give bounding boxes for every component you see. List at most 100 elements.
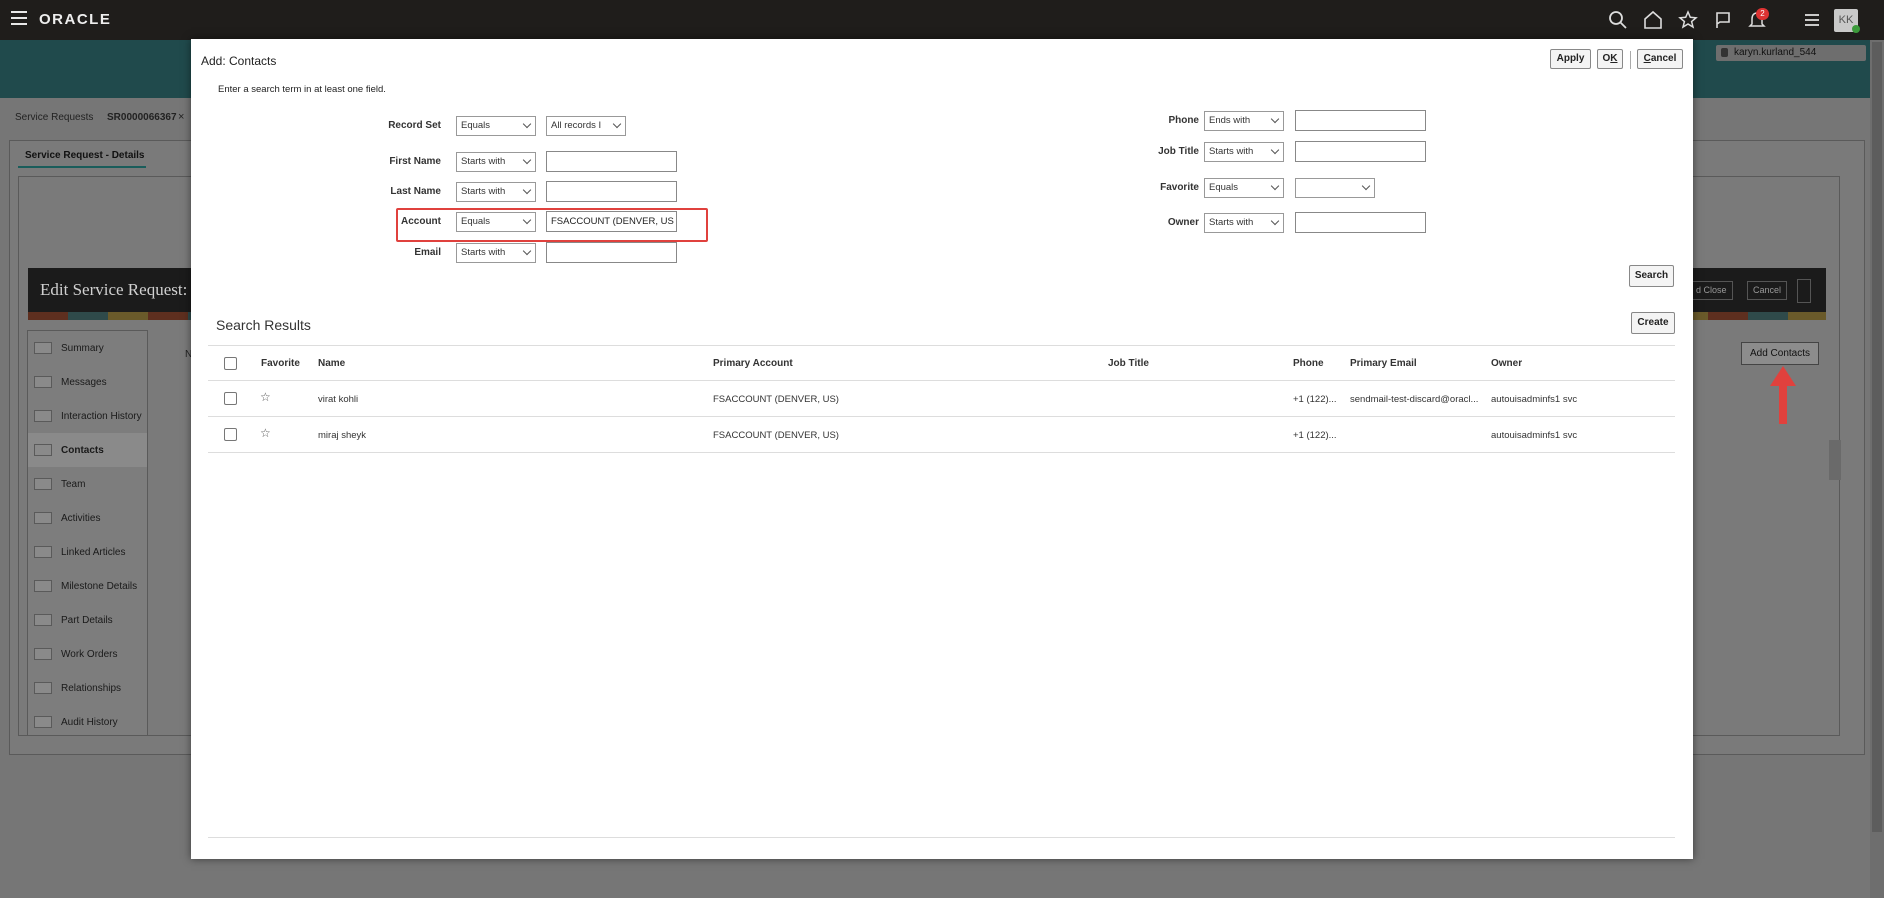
phone: +1 (122)... [1293, 394, 1337, 405]
last-name-operator-select[interactable]: Starts with [456, 182, 536, 202]
operator-value: Starts with [461, 247, 506, 258]
sidebar-item-activities[interactable]: Activities [28, 501, 147, 535]
first-name-input[interactable] [546, 151, 677, 172]
notification-count-badge: 2 [1756, 8, 1769, 20]
sidebar-item-audit-history[interactable]: Audit History [28, 705, 147, 739]
home-icon[interactable] [1643, 10, 1663, 30]
favorite-label: Favorite [1160, 182, 1199, 193]
presence-status-indicator [1852, 25, 1860, 33]
operator-value: Starts with [1209, 146, 1254, 157]
table-row[interactable]: ☆ miraj sheyk FSACCOUNT (DENVER, US) +1 … [208, 417, 1675, 453]
sidebar-item-summary[interactable]: Summary [28, 331, 147, 365]
sidebar-item-label: Contacts [61, 445, 104, 456]
favorite-value-select[interactable] [1295, 178, 1375, 198]
edit-title: Edit Service Request: [40, 280, 188, 299]
operator-value: Equals [461, 120, 491, 131]
contacts-icon [34, 444, 52, 456]
owner-label: Owner [1167, 217, 1199, 228]
add-contacts-button[interactable]: Add Contacts [1741, 342, 1819, 365]
column-name[interactable]: Name [318, 358, 345, 369]
gears-icon [34, 614, 52, 626]
chevron-down-icon [1270, 216, 1280, 226]
apply-button[interactable]: Apply [1550, 49, 1591, 69]
flag-icon[interactable] [1713, 10, 1733, 30]
operator-value: Ends with [1209, 115, 1251, 126]
record-set-operator-select[interactable]: Equals [456, 116, 536, 136]
first-name-operator-select[interactable]: Starts with [456, 152, 536, 172]
scroll-toggle-icon[interactable] [1797, 279, 1811, 303]
primary-email: sendmail-test-discard@oracl... [1350, 394, 1479, 405]
sidebar-item-contacts[interactable]: Contacts [28, 433, 147, 467]
collapse-panel-handle[interactable] [1829, 440, 1841, 480]
operator-value: Starts with [461, 156, 506, 167]
oracle-logo[interactable]: ORACLE [39, 11, 111, 28]
sidebar-item-relationships[interactable]: Relationships [28, 671, 147, 705]
email-operator-select[interactable]: Starts with [456, 243, 536, 263]
user-icon [1721, 48, 1728, 57]
dialog-title: Add: Contacts [201, 54, 277, 68]
sidebar-item-messages[interactable]: Messages [28, 365, 147, 399]
column-primary-email[interactable]: Primary Email [1350, 358, 1417, 369]
create-button[interactable]: Create [1631, 312, 1675, 334]
record-set-value-select[interactable]: All records I [546, 116, 626, 136]
cancel-button[interactable]: Cancel [1637, 49, 1683, 69]
owner-input[interactable] [1295, 212, 1426, 233]
favorite-star-icon[interactable]: ☆ [260, 426, 271, 440]
settings-list-icon[interactable] [1802, 10, 1822, 30]
operator-value: Equals [1209, 182, 1239, 193]
clock-icon [34, 410, 52, 422]
sidebar-item-milestone-details[interactable]: Milestone Details [28, 569, 147, 603]
contact-name[interactable]: virat kohli [318, 394, 358, 405]
column-job-title[interactable]: Job Title [1108, 358, 1149, 369]
sidebar-item-work-orders[interactable]: Work Orders [28, 637, 147, 671]
page-scrollbar-thumb[interactable] [1872, 42, 1882, 832]
phone-operator-select[interactable]: Ends with [1204, 111, 1284, 131]
column-owner[interactable]: Owner [1491, 358, 1522, 369]
subtab-service-request-details[interactable]: Service Request - Details [18, 146, 146, 168]
button-separator [1630, 51, 1631, 69]
menu-icon[interactable] [11, 11, 27, 25]
table-row[interactable]: ☆ virat kohli FSACCOUNT (DENVER, US) +1 … [208, 381, 1675, 417]
select-all-checkbox[interactable] [224, 357, 237, 370]
column-favorite[interactable]: Favorite [261, 358, 300, 369]
sidebar-item-label: Interaction History [61, 411, 142, 422]
column-phone[interactable]: Phone [1293, 358, 1324, 369]
operator-value: Starts with [1209, 217, 1254, 228]
tab-close-icon[interactable]: × [178, 111, 184, 123]
job-title-input[interactable] [1295, 141, 1426, 162]
sidebar-item-linked-articles[interactable]: Linked Articles [28, 535, 147, 569]
search-hint: Enter a search term in at least one fiel… [218, 84, 386, 95]
search-icon[interactable] [1608, 10, 1628, 30]
phone-input[interactable] [1295, 110, 1426, 131]
tab-service-requests[interactable]: Service Requests [15, 112, 93, 123]
tab-sr0000066367[interactable]: SR0000066367 [107, 112, 177, 123]
cancel-edit-button[interactable]: Cancel [1747, 281, 1788, 300]
ok-button[interactable]: OK [1597, 49, 1623, 69]
selected-value: All records I [551, 120, 602, 131]
contact-name[interactable]: miraj sheyk [318, 430, 366, 441]
owner: autouisadminfs1 svc [1491, 430, 1578, 441]
first-name-label: First Name [389, 156, 441, 167]
search-button[interactable]: Search [1629, 265, 1674, 287]
sidebar-item-label: Audit History [61, 717, 118, 728]
column-primary-account[interactable]: Primary Account [713, 358, 793, 369]
sidebar-item-team[interactable]: Team [28, 467, 147, 501]
phone-label: Phone [1168, 115, 1199, 126]
job-title-operator-select[interactable]: Starts with [1204, 142, 1284, 162]
cancel-label-rest: ancel [1650, 53, 1677, 64]
truck-icon [34, 648, 52, 660]
sidebar-item-interaction-history[interactable]: Interaction History [28, 399, 147, 433]
row-checkbox[interactable] [224, 392, 237, 405]
favorite-star-icon[interactable]: ☆ [260, 390, 271, 404]
sidebar-item-part-details[interactable]: Part Details [28, 603, 147, 637]
row-checkbox[interactable] [224, 428, 237, 441]
save-and-close-button[interactable]: d Close [1690, 281, 1733, 300]
email-input[interactable] [546, 242, 677, 263]
owner-operator-select[interactable]: Starts with [1204, 213, 1284, 233]
sidebar-nav: Summary Messages Interaction History Con… [27, 330, 148, 736]
chevron-down-icon [522, 246, 532, 256]
last-name-input[interactable] [546, 181, 677, 202]
top-bar: ORACLE 2 KK [0, 0, 1884, 40]
favorite-operator-select[interactable]: Equals [1204, 178, 1284, 198]
favorites-star-icon[interactable] [1678, 10, 1698, 30]
